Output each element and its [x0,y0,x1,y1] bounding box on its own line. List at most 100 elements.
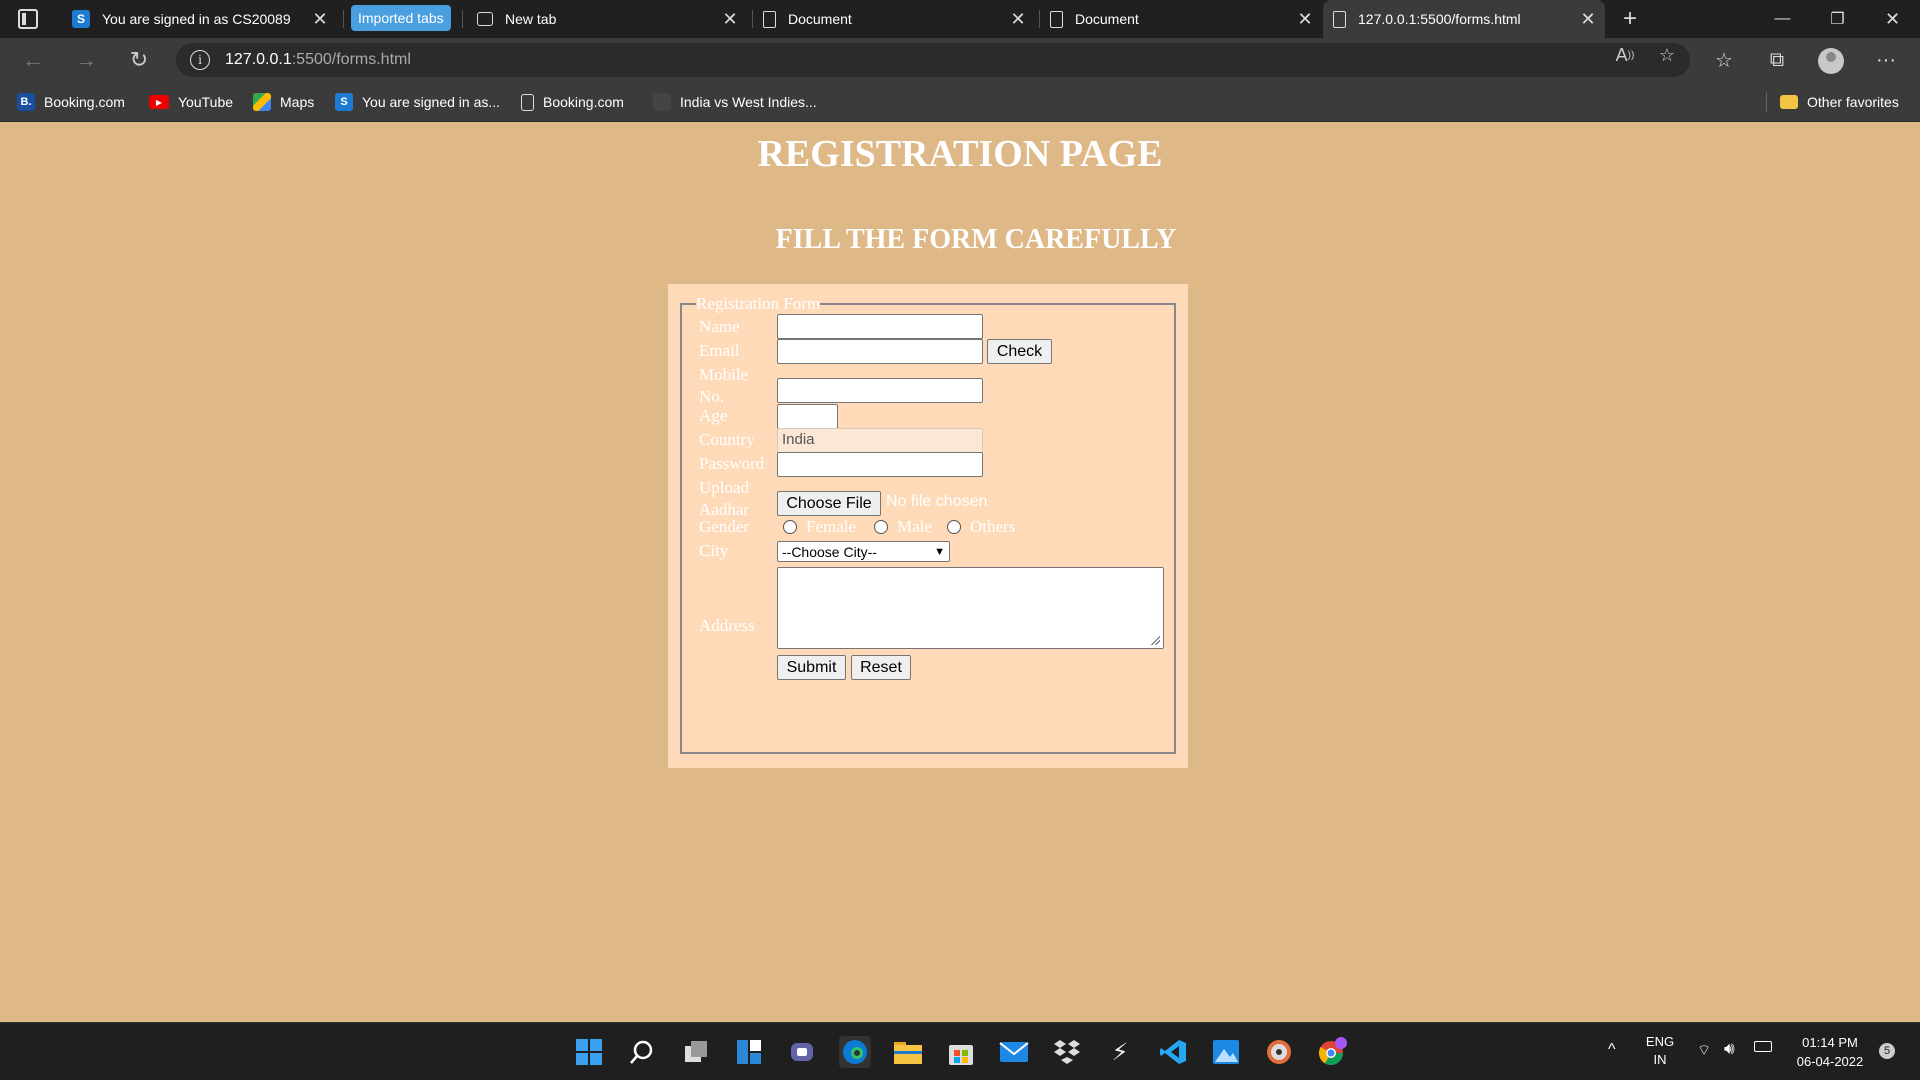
tab-new-tab[interactable]: New tab ✕ [467,0,747,38]
language-code: ENG [1645,1034,1675,1049]
check-button[interactable]: Check [987,339,1052,364]
region-code: IN [1653,1052,1667,1067]
media-player-icon[interactable] [1263,1036,1295,1068]
email-input[interactable] [777,339,983,364]
mobile-input[interactable] [777,378,983,403]
close-icon[interactable]: ✕ [1007,8,1029,30]
chrome-icon[interactable] [1316,1036,1348,1068]
bookmark-label: YouTube [178,94,234,110]
bookmark-booking[interactable]: B. Booking.com [17,91,125,113]
chevron-down-icon: ▼ [934,545,945,558]
widgets-icon[interactable] [733,1036,765,1068]
bookmark-signed-in[interactable]: S You are signed in as... [335,91,500,113]
window-close-icon[interactable]: ✕ [1865,0,1920,38]
document-icon [1333,10,1346,28]
wifi-icon[interactable]: ⌔ [1697,1041,1711,1060]
choose-file-button[interactable]: Choose File [777,491,881,516]
language-indicator[interactable]: ENG IN [1643,1033,1677,1069]
imported-tabs-group[interactable]: Imported tabs [351,5,451,31]
close-icon[interactable]: ✕ [309,8,331,30]
restore-icon[interactable]: ❐ [1810,0,1865,38]
close-icon[interactable]: ✕ [1577,8,1599,30]
tab-forms[interactable]: 127.0.0.1:5500/forms.html ✕ [1323,0,1605,38]
tab-title: 127.0.0.1:5500/forms.html [1358,11,1521,27]
password-input[interactable] [777,452,983,477]
upload-label-line1: Upload [699,478,750,497]
profile-avatar[interactable] [1818,48,1844,74]
city-selected-value: --Choose City-- [782,543,877,560]
read-aloud-icon[interactable]: A)) [1610,43,1640,67]
photos-icon[interactable] [1210,1036,1242,1068]
gender-female-radio[interactable] [783,520,797,534]
site-info-icon[interactable]: i [190,50,210,70]
back-icon[interactable]: ← [15,44,51,76]
edge-icon[interactable] [839,1036,871,1068]
submit-button[interactable]: Submit [777,655,846,680]
bookmark-youtube[interactable]: ▶ YouTube [149,91,233,113]
tab-document-1[interactable]: Document ✕ [753,0,1035,38]
sway-icon: S [72,10,90,28]
reset-button[interactable]: Reset [851,655,911,680]
search-icon[interactable] [626,1036,658,1068]
name-input[interactable] [777,314,983,339]
refresh-icon[interactable]: ↻ [121,44,157,76]
close-icon[interactable]: ✕ [719,8,741,30]
bookmark-label: India vs West Indies... [680,94,817,110]
bookmark-booking-2[interactable]: Booking.com [521,91,624,113]
gender-others-label: Others [970,517,1016,536]
bookmark-maps[interactable]: Maps [253,91,314,113]
registration-form: Registration Form Name Email Check Mobil… [668,284,1188,768]
resize-grip-icon[interactable] [1150,635,1160,645]
url-field[interactable]: i 127.0.0.1:5500/forms.html [176,43,1690,77]
forward-icon[interactable]: → [68,44,104,76]
bookmark-label: Booking.com [543,94,624,110]
favorites-icon[interactable]: ☆ [1706,44,1742,76]
clock[interactable]: 01:14 PM 06-04-2022 [1790,1033,1870,1071]
show-hidden-icons[interactable]: ^ [1608,1041,1616,1059]
tab-signed-in[interactable]: S You are signed in as CS20089 ✕ [62,0,337,38]
tab-document-2[interactable]: Document ✕ [1040,0,1322,38]
teams-chat-icon[interactable] [786,1036,818,1068]
add-favorite-icon[interactable]: ☆ [1652,43,1682,67]
gender-female-label: Female [806,517,857,536]
gender-others-radio[interactable] [947,520,961,534]
dropbox-icon[interactable] [1051,1036,1083,1068]
notification-badge[interactable]: 5 [1879,1043,1895,1059]
folder-icon [1780,95,1798,109]
microsoft-store-icon[interactable] [945,1036,977,1068]
tab-actions-icon[interactable] [18,9,38,29]
tab-separator [462,10,463,28]
bookmark-india-vs-west-indies[interactable]: India vs West Indies... [653,91,817,113]
gender-male-radio[interactable] [874,520,888,534]
volume-icon[interactable]: 🔊︎ [1724,1039,1735,1059]
collections-icon[interactable]: ⧉ [1759,44,1795,76]
page-title: REGISTRATION PAGE [757,133,1163,175]
age-label: Age [699,406,728,425]
battery-icon[interactable] [1754,1041,1772,1052]
new-tab-button[interactable]: + [1615,4,1645,34]
gender-male-label: Male [897,517,932,536]
address-textarea[interactable] [777,567,1164,649]
upload-aadhar-label: Upload Aadhar [699,477,749,521]
booking-icon: B. [17,93,35,111]
task-view-icon[interactable] [680,1036,712,1068]
tab-title: Document [1075,11,1139,27]
country-label: Country [699,430,755,449]
vscode-icon[interactable] [1157,1036,1189,1068]
city-select[interactable]: --Choose City-- ▼ [777,541,950,562]
email-label: Email [699,341,740,360]
close-icon[interactable]: ✕ [1294,8,1316,30]
document-icon [1050,10,1063,28]
more-options-icon[interactable]: ··· [1868,44,1904,76]
mobile-label-line1: Mobile [699,365,749,384]
sublime-icon[interactable]: ⚡ [1104,1036,1136,1068]
mail-icon[interactable] [998,1036,1030,1068]
age-input[interactable] [777,404,838,429]
minimize-icon[interactable]: — [1755,0,1810,38]
file-explorer-icon[interactable] [892,1036,924,1068]
country-input[interactable]: India [777,428,983,453]
start-icon[interactable] [573,1036,605,1068]
new-tab-icon [477,12,493,26]
bookmark-other-favorites[interactable]: Other favorites [1780,91,1899,113]
blank-page-icon [653,93,671,111]
